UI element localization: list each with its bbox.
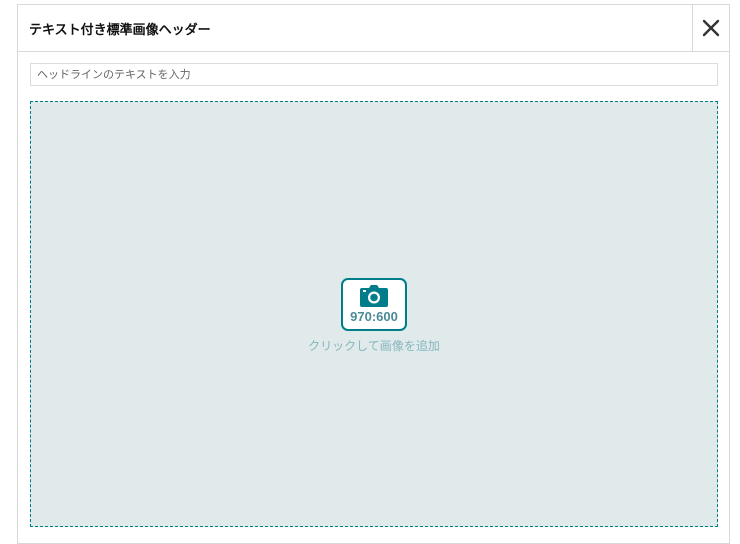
camera-icon bbox=[360, 285, 388, 307]
close-icon bbox=[702, 19, 720, 37]
dialog-title: テキスト付き標準画像ヘッダー bbox=[29, 23, 211, 38]
close-button[interactable] bbox=[692, 5, 729, 51]
headline-input[interactable] bbox=[30, 63, 718, 86]
image-dropzone[interactable]: 970:600 クリックして画像を追加 bbox=[30, 101, 718, 527]
dialog-header: テキスト付き標準画像ヘッダー bbox=[18, 5, 729, 52]
aspect-ratio-label: 970:600 bbox=[350, 309, 398, 324]
add-image-label[interactable]: クリックして画像を追加 bbox=[31, 337, 717, 354]
image-placeholder-badge[interactable]: 970:600 bbox=[341, 278, 407, 331]
image-header-dialog: テキスト付き標準画像ヘッダー 970:600 クリックして画像を追加 bbox=[17, 4, 730, 544]
